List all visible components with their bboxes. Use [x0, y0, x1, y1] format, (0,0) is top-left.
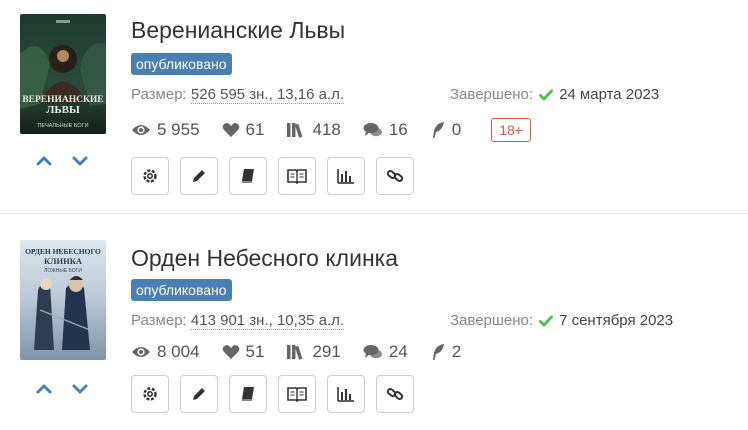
size-label: Размер:	[131, 312, 187, 329]
size-value: 526 595 зн., 13,16 а.л.	[190, 86, 345, 104]
likes-count: 51	[245, 342, 265, 361]
rewards-count: 0	[451, 120, 462, 139]
stat-comments: 16	[363, 120, 408, 140]
size-info: Размер: 413 901 зн., 10,35 а.л.	[131, 312, 345, 330]
cover-title-line1: ОРДЕН НЕБЕСНОГО	[25, 247, 101, 256]
stat-views: 5 955	[131, 120, 200, 140]
finished-label: Завершено:	[450, 86, 534, 103]
cover-author: ПЕЧАЛЬНЫЕ БОГИ	[37, 123, 88, 129]
gear-icon	[143, 387, 157, 401]
chevron-down-icon	[72, 156, 88, 166]
comments-count: 24	[388, 342, 408, 361]
open-book-icon	[287, 169, 307, 184]
pencil-icon	[193, 388, 205, 400]
cover-title-line2: ЛЬВЫ	[46, 104, 80, 116]
link-icon	[386, 388, 404, 400]
views-count: 5 955	[157, 120, 200, 139]
book-title[interactable]: Веренианские Львы	[131, 17, 345, 44]
library-count: 291	[312, 342, 341, 361]
heart-icon	[222, 123, 239, 137]
stat-comments: 24	[363, 342, 408, 362]
comments-icon	[363, 345, 382, 359]
chevron-up-icon	[36, 156, 52, 166]
comments-count: 16	[388, 120, 408, 139]
stat-likes: 61	[222, 120, 265, 140]
book-button[interactable]	[229, 157, 267, 195]
comments-icon	[363, 123, 382, 137]
status-badge: опубликовано	[131, 53, 232, 75]
vote-up-button[interactable]	[34, 151, 54, 171]
book-cover[interactable]: ВЕРЕНИАНСКИЕ ЛЬВЫ ПЕЧАЛЬНЫЕ БОГИ	[20, 14, 106, 134]
bar-chart-icon	[337, 169, 354, 184]
book-item: ОРДЕН НЕБЕСНОГО КЛИНКА ЛОЖНЫЕ БОГИ Орден…	[0, 218, 748, 428]
vote-controls	[34, 379, 90, 399]
settings-button[interactable]	[131, 375, 169, 413]
book-icon	[242, 169, 254, 183]
book-title[interactable]: Орден Небесного клинка	[131, 245, 398, 272]
stat-library: 291	[286, 342, 341, 362]
link-button[interactable]	[376, 375, 414, 413]
gear-icon	[143, 169, 157, 183]
size-info: Размер: 526 595 зн., 13,16 а.л.	[131, 86, 345, 104]
cover-title-line2: КЛИНКА	[44, 256, 83, 266]
finished-date: 7 сентября 2023	[559, 312, 674, 329]
likes-count: 61	[245, 120, 265, 139]
pencil-icon	[193, 170, 205, 182]
cover-author: ЛОЖНЫЕ БОГИ	[44, 268, 82, 274]
heart-icon	[222, 345, 239, 359]
bar-chart-icon	[337, 387, 354, 402]
views-count: 8 004	[157, 342, 200, 361]
feather-icon	[432, 122, 444, 138]
statistics-button[interactable]	[327, 375, 365, 413]
check-icon	[539, 89, 554, 100]
books-icon	[287, 345, 303, 360]
size-label: Размер:	[131, 86, 187, 103]
chevron-up-icon	[36, 384, 52, 394]
status-badge: опубликовано	[131, 279, 232, 301]
finished-info: Завершено: 24 марта 2023	[450, 86, 659, 103]
statistics-button[interactable]	[327, 157, 365, 195]
finished-label: Завершено:	[450, 312, 534, 329]
action-buttons	[131, 375, 414, 413]
edit-button[interactable]	[180, 157, 218, 195]
feather-icon	[432, 344, 444, 360]
finished-date: 24 марта 2023	[559, 86, 660, 103]
book-cover[interactable]: ОРДЕН НЕБЕСНОГО КЛИНКА ЛОЖНЫЕ БОГИ	[20, 240, 106, 360]
stat-likes: 51	[222, 342, 265, 362]
read-button[interactable]	[278, 375, 316, 413]
size-value: 413 901 зн., 10,35 а.л.	[190, 312, 345, 330]
stat-rewards: 2	[430, 342, 461, 362]
age-rating-badge: 18+	[491, 118, 531, 142]
book-item: ВЕРЕНИАНСКИЕ ЛЬВЫ ПЕЧАЛЬНЫЕ БОГИ Верениа…	[0, 0, 748, 210]
vote-down-button[interactable]	[70, 151, 90, 171]
read-button[interactable]	[278, 157, 316, 195]
eye-icon	[132, 125, 150, 135]
edit-button[interactable]	[180, 375, 218, 413]
rewards-count: 2	[451, 342, 462, 361]
finished-info: Завершено: 7 сентября 2023	[450, 312, 673, 329]
link-button[interactable]	[376, 157, 414, 195]
stats-row: 8 004 51 291 24 2	[131, 342, 483, 362]
vote-up-button[interactable]	[34, 379, 54, 399]
stat-library: 418	[286, 120, 341, 140]
link-icon	[386, 170, 404, 182]
vote-controls	[34, 151, 90, 171]
chevron-down-icon	[72, 384, 88, 394]
stat-views: 8 004	[131, 342, 200, 362]
vote-down-button[interactable]	[70, 379, 90, 399]
divider	[0, 213, 748, 214]
books-icon	[287, 123, 303, 138]
settings-button[interactable]	[131, 157, 169, 195]
open-book-icon	[287, 387, 307, 402]
action-buttons	[131, 157, 414, 195]
book-button[interactable]	[229, 375, 267, 413]
stats-row: 5 955 61 418 16 0 18+	[131, 118, 531, 142]
eye-icon	[132, 347, 150, 357]
book-icon	[242, 387, 254, 401]
library-count: 418	[312, 120, 341, 139]
check-icon	[539, 315, 554, 326]
stat-rewards: 0	[430, 120, 461, 140]
